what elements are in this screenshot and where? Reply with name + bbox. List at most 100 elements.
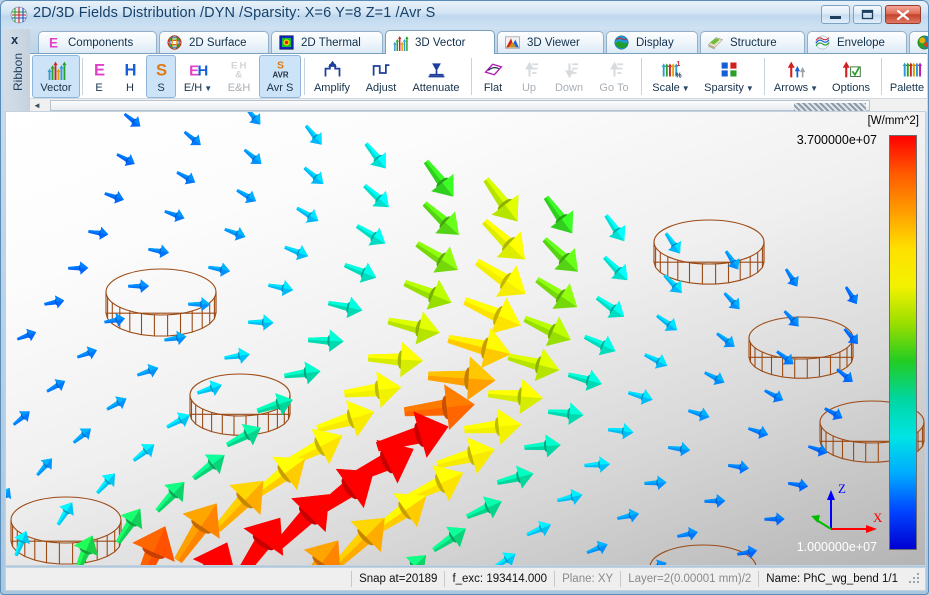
toolbar-button-label: Vector (40, 82, 71, 95)
field-vector-arrow (73, 535, 98, 565)
field-vector-arrow (586, 540, 608, 555)
toolbar-button-e[interactable]: EE (84, 55, 114, 98)
field-vector-arrow (466, 496, 502, 519)
field-vector-arrow (387, 311, 440, 345)
svg-text:%: % (675, 72, 682, 79)
toolbar-button-amplify[interactable]: Amplify (307, 55, 357, 98)
field-vector-arrow (6, 487, 12, 508)
field-vector-arrow (704, 371, 725, 386)
tab-3d-vector[interactable]: 3D Vector (385, 30, 495, 54)
letter-s-icon: S (151, 58, 172, 81)
tab-components[interactable]: E Components (38, 31, 157, 53)
toolbar-label-text: S (157, 82, 165, 94)
toolbar-button-label: Sparsity ▼ (704, 82, 754, 95)
field-vector-arrow (56, 502, 74, 526)
toolbar-button-label: Adjust (366, 82, 397, 95)
structure-slab-icon (707, 34, 724, 51)
chevron-down-icon[interactable]: ▼ (926, 84, 927, 93)
3d-viewport[interactable]: [W/mm^2] 3.700000e+07 1.000000e+07 Z X (5, 111, 926, 566)
field-vector-arrow (646, 559, 667, 565)
field-vector-arrow (783, 310, 799, 327)
toolbar-label-text: H (126, 82, 134, 94)
chevron-down-icon[interactable]: ▼ (204, 84, 212, 93)
field-vector-arrow (395, 555, 427, 565)
field-vector-arrow (727, 460, 749, 474)
tab-strip: E Components 2D Surface 2D Thermal 3D Vector… (30, 29, 928, 54)
toolbar-button-label: Scale ▼ (652, 82, 689, 95)
chevron-down-icon[interactable]: ▼ (746, 84, 754, 93)
options-check-icon (841, 58, 862, 81)
toolbar-separator (764, 58, 765, 95)
field-vector-arrow (44, 295, 65, 309)
toolbar-button-scale[interactable]: 1% Scale ▼ (645, 55, 697, 98)
tab-export[interactable]: Export (909, 31, 928, 53)
fields-distribution-icon (10, 6, 28, 24)
toolbar-label-text: Scale (652, 82, 680, 94)
toolbar-button-arrows[interactable]: Arrows ▼ (768, 55, 824, 98)
tab-3d-viewer[interactable]: 3D Viewer (497, 31, 604, 53)
toolbar-button-label: Palette▼ (890, 82, 927, 95)
minimize-button[interactable] (821, 5, 850, 24)
svg-text:H: H (197, 64, 208, 80)
toolbar-button-options[interactable]: Options (825, 55, 877, 98)
field-vector-arrow (487, 378, 543, 414)
toolbar-button-sparsity[interactable]: Sparsity ▼ (698, 55, 760, 98)
field-vector-arrow (604, 214, 626, 242)
tab-envelope[interactable]: Envelope (807, 31, 907, 53)
colorbar-max-label: 3.700000e+07 (796, 133, 877, 147)
toolbar-button-s[interactable]: SS (146, 55, 176, 98)
toolbar-separator (471, 58, 472, 95)
field-vector-arrow (492, 552, 516, 565)
letter-e-icon: E (89, 58, 110, 81)
scrollbar-thumb[interactable] (50, 100, 870, 112)
toolbar-button-palette[interactable]: Palette▼ (885, 55, 927, 98)
toolbar-button-vector[interactable]: Vector (32, 55, 80, 98)
ribbon-horizontal-scrollbar[interactable]: ◄ (30, 98, 927, 112)
field-vector-arrow (284, 245, 309, 261)
field-vector-arrow (617, 508, 640, 523)
field-vector-arrow (542, 237, 578, 272)
svg-text:&: & (235, 69, 242, 80)
tab-2d-surface[interactable]: 2D Surface (159, 31, 269, 53)
toolbar-button-adjust[interactable]: Adjust (358, 55, 404, 98)
ribbon-toolbar: Vector E E H H S S E H E/H ▼ E H & E&H S AVR Avr S Amplify… (30, 53, 927, 99)
close-button[interactable] (885, 5, 921, 24)
toolbar-button-attenuate[interactable]: Attenuate (405, 55, 467, 98)
toolbar-button-flat[interactable]: Flat (475, 55, 511, 98)
toolbar-separator (304, 58, 305, 95)
field-vector-arrow (88, 226, 109, 240)
tab-display[interactable]: Display (606, 31, 698, 53)
mesh-sphere-icon (166, 34, 183, 51)
toolbar-label-text: Go To (599, 82, 629, 94)
tab-label: 3D Viewer (527, 36, 580, 49)
tab-2d-thermal[interactable]: 2D Thermal (271, 31, 383, 53)
field-vector-arrow (308, 329, 344, 353)
toolbar-label-text: E&H (227, 82, 251, 94)
field-vector-arrow (188, 297, 211, 312)
field-vector-arrow (627, 389, 653, 405)
toolbar-button-h[interactable]: HH (115, 55, 145, 98)
scroll-left-arrow[interactable]: ◄ (33, 101, 41, 110)
vector-arrows-icon (392, 34, 409, 51)
toolbar-button-avr-s[interactable]: S AVR Avr S (259, 55, 301, 98)
tab-structure[interactable]: Structure (700, 31, 805, 53)
palette-icon (902, 58, 923, 81)
toolbar-button-label: Options (832, 82, 870, 95)
resize-grip-icon[interactable] (907, 571, 923, 587)
field-vector-arrow (723, 292, 740, 310)
field-vector-arrow (716, 332, 735, 348)
field-vector-arrow (496, 465, 534, 489)
toolbar-label-text: Avr S (266, 82, 294, 94)
field-vector-arrow (595, 296, 625, 318)
toolbar-button-e-h[interactable]: E H E/H ▼ (177, 55, 219, 98)
maximize-button[interactable] (853, 5, 882, 24)
field-vector-arrow (106, 396, 127, 411)
field-vector-arrow (422, 201, 459, 235)
toolbar-button-down: Down (547, 55, 591, 98)
toolbar-label-text: Options (832, 82, 870, 94)
axis-x-label: X (873, 510, 883, 525)
field-vector-arrow (583, 334, 616, 356)
ribbon: x Ribbon E Components 2D Surface 2D Thermal… (4, 29, 928, 112)
chevron-down-icon[interactable]: ▼ (810, 84, 818, 93)
chevron-down-icon[interactable]: ▼ (682, 84, 690, 93)
